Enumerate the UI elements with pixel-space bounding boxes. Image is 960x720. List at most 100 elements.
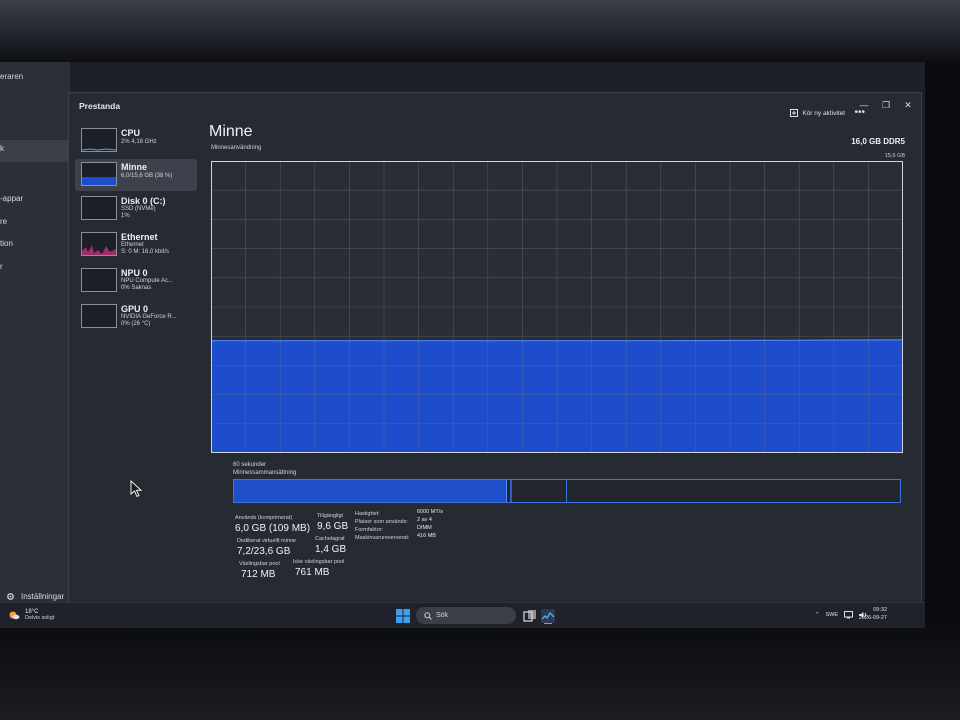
resource-item-memory[interactable]: Minne 6,0/15,6 GB (38 %)	[75, 159, 197, 191]
mouse-cursor-icon	[130, 480, 143, 498]
paged-pool-value: 712 MB	[241, 569, 276, 580]
resource-item-gpu[interactable]: GPU 0 NVIDIA GeForce R... 0% (26 °C)	[75, 301, 197, 333]
resource-detail: NVIDIA GeForce R...	[121, 314, 177, 320]
paged-pool-label: Växlingsbar pool	[239, 561, 280, 567]
committed-value: 7,2/23,6 GB	[237, 546, 291, 557]
composition-in-use	[234, 480, 507, 502]
nonpaged-pool-value: 761 MB	[295, 567, 330, 578]
task-manager-icon[interactable]	[540, 608, 556, 624]
in-use-value: 6,0 GB (109 MB)	[235, 523, 311, 534]
available-label: Tillgängligt	[317, 513, 344, 519]
run-task-icon	[790, 109, 799, 117]
hw-reserved-value: 416 MB	[417, 533, 436, 539]
hw-reserved-label: Maskinvarureserverat:	[355, 535, 410, 541]
resource-name: Minne	[121, 162, 147, 172]
resource-item-npu[interactable]: NPU 0 NPU Compute Ac... 0% Saknas	[75, 265, 197, 297]
resource-detail-2: S: 0 M: 16,0 kbit/s	[121, 249, 170, 255]
search-text: Sök	[436, 612, 449, 619]
in-use-label: Används (komprimerat)	[235, 515, 293, 521]
taskbar: 18°C Delvis soligt Sök ⌃ SWE 09:32 2026-…	[0, 602, 925, 628]
resource-list: CPU 2% 4,18 GHz Minne 6,0/15,6 GB (38 %)…	[75, 125, 197, 595]
resource-detail: 6,0/15,6 GB (38 %)	[121, 173, 173, 179]
resource-name: Disk 0 (C:)	[121, 196, 166, 206]
cached-value: 1,4 GB	[315, 544, 347, 555]
resource-detail-2: 0% Saknas	[121, 285, 152, 291]
resource-detail: NPU Compute Ac...	[121, 278, 174, 284]
speed-value: 6000 MT/s	[417, 509, 443, 515]
resource-detail: Ethernet	[121, 242, 144, 248]
more-options-button[interactable]: •••	[854, 107, 865, 118]
back-nav-item-4[interactable]: tion	[0, 239, 13, 248]
form-factor-label: Formfaktor:	[355, 527, 384, 533]
settings-button[interactable]: Inställningar	[6, 592, 64, 601]
composition-standby	[514, 480, 567, 502]
npu-thumbnail	[81, 268, 117, 292]
resource-detail-2: 1%	[121, 213, 130, 219]
clock-time: 09:32	[873, 607, 887, 613]
disk-thumbnail	[81, 196, 117, 220]
resource-item-cpu[interactable]: CPU 2% 4,18 GHz	[75, 125, 197, 157]
performance-window: Prestanda — ❐ ✕ CPU 2% 4,18 GHz Minne 6,…	[68, 92, 922, 604]
memory-spec: 16,0 GB DDR5	[851, 137, 905, 146]
monitor-bezel-bottom	[0, 628, 960, 720]
slots-value: 2 av 4	[417, 517, 432, 523]
resource-item-disk[interactable]: Disk 0 (C:) SSD (NVMe) 1%	[75, 193, 197, 225]
monitor-bezel-top	[0, 0, 960, 62]
ethernet-thumbnail	[81, 232, 117, 256]
gear-icon	[7, 593, 14, 600]
back-nav-selected[interactable]	[0, 140, 70, 162]
resource-item-ethernet[interactable]: Ethernet Ethernet S: 0 M: 16,0 kbit/s	[75, 229, 197, 261]
composition-label: Minnessammansättning	[233, 470, 297, 476]
back-nav-item-1[interactable]: k	[0, 144, 4, 153]
speed-label: Hastighet:	[355, 511, 380, 517]
chart-max-label: 15,6 GB	[884, 153, 905, 159]
memory-composition-bar	[233, 479, 901, 503]
composition-modified	[510, 480, 512, 502]
form-factor-value: DIMM	[417, 525, 432, 531]
back-window-title: eraren	[0, 72, 24, 81]
committed-label: Dedikerat virtuellt minne	[237, 538, 296, 544]
resource-detail: 2% 4,18 GHz	[121, 139, 157, 145]
taskbar-clock[interactable]: 09:32 2026-09-27	[859, 606, 887, 622]
resource-name: Ethernet	[121, 232, 158, 242]
resource-detail-2: 0% (26 °C)	[121, 321, 151, 327]
memory-usage-chart	[211, 161, 903, 453]
network-icon[interactable]	[844, 611, 853, 619]
weather-sun-icon	[9, 611, 20, 620]
chart-label: Minnesanvändning	[211, 145, 262, 151]
resource-name: GPU 0	[121, 304, 149, 314]
available-value: 9,6 GB	[317, 521, 349, 532]
clock-date: 2026-09-27	[858, 615, 887, 621]
resource-name: CPU	[121, 128, 141, 138]
slots-label: Platser som används:	[355, 519, 408, 525]
cached-label: Cachelagrat	[315, 536, 345, 542]
page-title: Minne	[209, 123, 253, 140]
run-new-task-button[interactable]: Kör ny aktivitet	[790, 109, 845, 117]
weather-widget[interactable]: 18°C Delvis soligt	[8, 609, 54, 621]
taskbar-search[interactable]: Sök	[416, 607, 516, 624]
gpu-thumbnail	[81, 304, 117, 328]
cpu-thumbnail	[81, 128, 117, 152]
memory-thumbnail	[81, 162, 117, 186]
back-window-nav: eraren k -appar re tion r	[0, 62, 70, 602]
run-task-label: Kör ny aktivitet	[802, 109, 845, 117]
search-icon	[424, 611, 432, 620]
window-title: Prestanda	[79, 101, 121, 111]
task-view-icon[interactable]	[522, 608, 538, 624]
back-nav-item-3[interactable]: re	[0, 217, 7, 226]
nonpaged-pool-label: Icke växlingsbar pool	[293, 559, 345, 565]
resource-name: NPU 0	[121, 268, 148, 278]
back-nav-item-5[interactable]: r	[0, 262, 3, 271]
resource-detail: SSD (NVMe)	[121, 206, 156, 212]
windows-start-icon[interactable]	[396, 609, 410, 623]
settings-label: Inställningar	[21, 592, 65, 601]
screen: eraren k -appar re tion r Inställningar …	[0, 62, 925, 628]
chevron-up-icon[interactable]: ⌃	[815, 612, 820, 618]
close-button[interactable]: ✕	[899, 96, 917, 114]
language-indicator[interactable]: SWE	[825, 612, 838, 618]
maximize-button[interactable]: ❐	[877, 96, 895, 114]
time-span-label: 60 sekunder	[233, 462, 267, 468]
weather-desc: Delvis soligt	[25, 615, 55, 621]
memory-panel: Kör ny aktivitet ••• Minne Minnesanvändn…	[209, 107, 909, 593]
back-nav-item-2[interactable]: -appar	[0, 194, 23, 203]
